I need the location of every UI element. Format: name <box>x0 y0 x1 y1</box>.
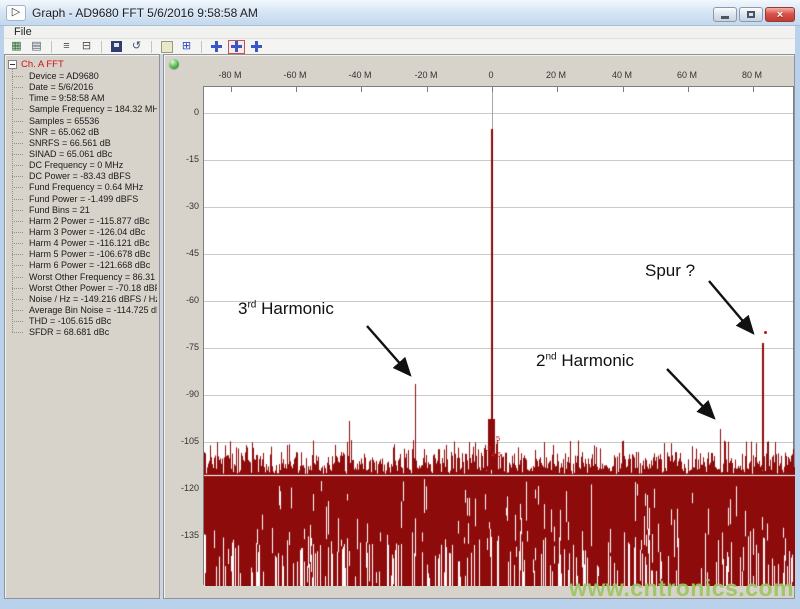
menu-item-file[interactable]: File <box>9 26 37 39</box>
toolbar-separator <box>201 40 202 53</box>
status-indicator <box>169 59 179 69</box>
tree-item[interactable]: Harm 2 Power = -115.877 dBc <box>7 216 157 227</box>
maximize-icon <box>747 11 755 18</box>
y-tick-label: -30 <box>185 201 199 211</box>
annotation-text: Harmonic <box>256 299 334 318</box>
title-bar[interactable]: ▷ Graph - AD9680 FFT 5/6/2016 9:58:58 AM… <box>0 0 800 26</box>
harmonic-marker: 4 <box>491 450 496 459</box>
pan-icon[interactable] <box>208 40 225 54</box>
annotation-2nd-harmonic: 2nd Harmonic <box>536 351 634 371</box>
content-area: Ch. A FFT Device = AD9680 Date = 5/6/2016… <box>4 54 795 599</box>
tree-item[interactable]: Worst Other Frequency = 86.31 MHz <box>7 272 157 283</box>
tree-item[interactable]: SINAD = 65.061 dBc <box>7 149 157 160</box>
toolbar-separator <box>151 40 152 53</box>
spectrum-canvas[interactable] <box>204 87 795 586</box>
collapse-icon[interactable] <box>8 60 17 69</box>
zoom-horizontal-icon[interactable] <box>228 39 245 54</box>
tree-item[interactable]: Harm 5 Power = -106.678 dBc <box>7 249 157 260</box>
spur-marker-dot <box>764 331 767 334</box>
tree-root-label: Ch. A FFT <box>21 59 64 70</box>
tree-item[interactable]: Fund Power = -1.499 dBFS <box>7 194 157 205</box>
toolbar-separator <box>51 40 52 53</box>
tree-item[interactable]: SNR = 65.062 dB <box>7 127 157 138</box>
tree-item[interactable]: Date = 5/6/2016 <box>7 82 157 93</box>
copy-graph-icon[interactable]: ▦ <box>8 40 25 54</box>
x-tick-label: 60 M <box>676 70 697 80</box>
tree-root[interactable]: Ch. A FFT <box>7 58 157 71</box>
x-tick-label: 40 M <box>611 70 632 80</box>
tree-view-icon[interactable]: ⊟ <box>78 40 95 54</box>
harmonic-marker: 5 <box>496 434 501 443</box>
tree-item[interactable]: DC Power = -83.43 dBFS <box>7 171 157 182</box>
highlight-icon[interactable] <box>158 40 175 54</box>
zoom-vertical-icon[interactable] <box>248 40 265 54</box>
graph-settings-icon[interactable]: ▤ <box>28 40 45 54</box>
x-tick-label: 80 M <box>741 70 762 80</box>
tree-item[interactable]: Time = 9:58:58 AM <box>7 93 157 104</box>
annotation-3rd-harmonic: 3rd Harmonic <box>238 299 334 319</box>
tree-item[interactable]: Worst Other Power = -70.18 dBFS <box>7 283 157 294</box>
tree-item[interactable]: Sample Frequency = 184.32 MHz <box>7 104 157 115</box>
minimize-button[interactable] <box>713 7 737 22</box>
toggle-grid-icon[interactable]: ⊞ <box>178 40 195 54</box>
import-data-icon[interactable]: ↺ <box>128 40 145 54</box>
app-icon: ▷ <box>6 4 26 21</box>
y-tick-label: -120 <box>180 483 199 493</box>
menu-bar: File <box>4 26 795 39</box>
x-tick-label: -20 M <box>414 70 438 80</box>
save-data-icon[interactable] <box>108 40 125 54</box>
minimize-icon <box>721 16 729 19</box>
toolbar-separator <box>101 40 102 53</box>
tree-item[interactable]: Fund Frequency = 0.64 MHz <box>7 182 157 193</box>
application-window: ▷ Graph - AD9680 FFT 5/6/2016 9:58:58 AM… <box>0 0 800 609</box>
y-tick-label: -135 <box>180 530 199 540</box>
y-tick-label: 0 <box>193 107 199 117</box>
close-button[interactable]: × <box>765 7 795 22</box>
y-tick-label: -60 <box>185 295 199 305</box>
annotation-sup: nd <box>545 351 557 363</box>
results-tree-panel: Ch. A FFT Device = AD9680 Date = 5/6/2016… <box>4 54 160 599</box>
graph-panel: 5246 0 -15 -30 -45 -60 -75 -90 -105 -120 -135 -80 … <box>163 54 795 599</box>
tree-item[interactable]: Samples = 65536 <box>7 116 157 127</box>
tree-items: Device = AD9680 Date = 5/6/2016 Time = 9:5… <box>7 69 157 338</box>
tree-item[interactable]: Fund Bins = 21 <box>7 205 157 216</box>
window-title: Graph - AD9680 FFT 5/6/2016 9:58:58 AM <box>32 5 258 20</box>
tree-item[interactable]: Harm 6 Power = -121.668 dBc <box>7 260 157 271</box>
list-view-icon[interactable]: ≡ <box>58 40 75 54</box>
x-tick-label: 20 M <box>545 70 566 80</box>
toolbar: ▦ ▤ ≡ ⊟ ↺ ⊞ <box>4 39 795 54</box>
x-tick-label: -80 M <box>218 70 242 80</box>
y-tick-label: -45 <box>185 248 199 258</box>
plot-area[interactable]: 5246 <box>203 86 795 586</box>
tree-item[interactable]: SNRFS = 66.561 dB <box>7 138 157 149</box>
x-tick-label: -40 M <box>348 70 372 80</box>
tree-item[interactable]: Average Bin Noise = -114.725 dBFS <box>7 305 157 316</box>
tree-item[interactable]: Device = AD9680 <box>7 71 157 82</box>
tree-item[interactable]: SFDR = 68.681 dBc <box>7 327 157 338</box>
x-tick-label: -60 M <box>283 70 307 80</box>
x-tick-label: 0 <box>488 70 494 80</box>
tree-item[interactable]: THD = -105.615 dBc <box>7 316 157 327</box>
tree-item[interactable]: Harm 4 Power = -116.121 dBc <box>7 238 157 249</box>
y-tick-label: -15 <box>185 154 199 164</box>
maximize-button[interactable] <box>739 7 763 22</box>
tree-item[interactable]: Harm 3 Power = -126.04 dBc <box>7 227 157 238</box>
tree-item[interactable]: Noise / Hz = -149.216 dBFS / Hz <box>7 294 157 305</box>
watermark: www.cntronics.com <box>569 575 794 601</box>
y-tick-label: -90 <box>185 389 199 399</box>
y-tick-label: -75 <box>185 342 199 352</box>
annotation-spur: Spur ? <box>645 261 696 280</box>
tree-item[interactable]: DC Frequency = 0 MHz <box>7 160 157 171</box>
y-tick-label: -105 <box>180 436 199 446</box>
annotation-text: Harmonic <box>556 351 635 370</box>
harmonic-marker: 6 <box>497 450 502 459</box>
results-tree: Ch. A FFT Device = AD9680 Date = 5/6/2016… <box>7 58 157 338</box>
